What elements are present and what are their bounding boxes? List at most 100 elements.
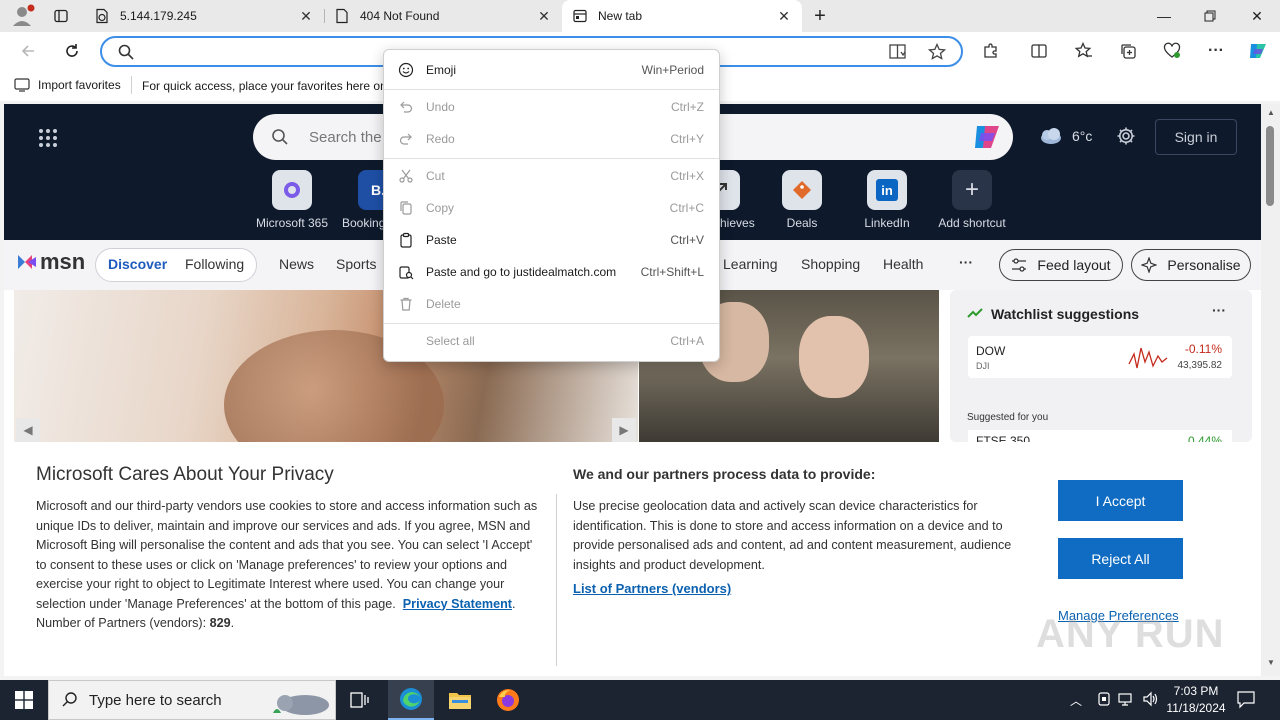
menu-item-cut[interactable]: Cut Ctrl+X (384, 160, 719, 192)
stock-row-2[interactable]: FTSE 350 0.44% (968, 430, 1232, 442)
taskbar-firefox-button[interactable] (490, 680, 526, 720)
nav-discover[interactable]: Discover (108, 256, 167, 272)
watchlist-more-icon[interactable]: ··· (1212, 302, 1226, 318)
menu-separator (384, 89, 719, 90)
favorites-button[interactable] (1068, 35, 1100, 67)
copilot-icon (1250, 44, 1266, 58)
privacy-text: Microsoft and our third-party vendors us… (36, 499, 538, 611)
menu-item-undo[interactable]: Undo Ctrl+Z (384, 91, 719, 123)
page-scrollbar[interactable]: ▲ ▼ (1261, 104, 1280, 676)
reject-all-button[interactable]: Reject All (1058, 538, 1183, 579)
nav-more[interactable]: ··· (959, 254, 973, 270)
scroll-up-arrow[interactable]: ▲ (1267, 108, 1275, 117)
scroll-down-arrow[interactable]: ▼ (1267, 658, 1275, 667)
more-dots-icon: ··· (1208, 42, 1224, 59)
add-icon: + (952, 170, 992, 210)
watermark: ANY RUN (1036, 612, 1225, 656)
minimize-button[interactable]: — (1141, 0, 1187, 32)
menu-item-redo[interactable]: Redo Ctrl+Y (384, 123, 719, 155)
taskbar-edge-button[interactable] (388, 680, 434, 720)
shortcut-deals[interactable]: Deals (762, 170, 842, 230)
shortcut-linkedin[interactable]: in LinkedIn (847, 170, 927, 230)
menu-item-paste[interactable]: Paste Ctrl+V (384, 224, 719, 256)
tab-actions-button[interactable] (46, 0, 76, 32)
nav-learning[interactable]: Learning (723, 256, 778, 272)
browser-essentials-button[interactable] (1156, 35, 1188, 67)
tab-3-active[interactable]: New tab ✕ (562, 0, 802, 32)
tab-title: 404 Not Found (360, 9, 440, 23)
close-tab-icon[interactable]: ✕ (298, 8, 314, 24)
menu-item-select-all[interactable]: Select all Ctrl+A (384, 325, 719, 357)
menu-label: Copy (426, 201, 455, 215)
msn-butterfly-icon (18, 255, 36, 269)
paste-search-icon (399, 266, 414, 280)
menu-item-emoji[interactable]: Emoji Win+Period (384, 54, 719, 86)
taskbar-search-box[interactable]: Type here to search (48, 680, 336, 720)
volume-icon[interactable] (1142, 691, 1160, 707)
shortcut-microsoft-365[interactable]: Microsoft 365 (252, 170, 332, 230)
favorite-star-icon[interactable] (928, 43, 946, 61)
back-button[interactable] (12, 35, 44, 67)
close-window-button[interactable]: ✕ (1234, 0, 1280, 32)
carousel-prev-button[interactable]: ◀ (16, 418, 40, 442)
refresh-button[interactable] (56, 35, 88, 67)
apps-launcher-button[interactable] (38, 128, 58, 148)
menu-item-copy[interactable]: Copy Ctrl+C (384, 192, 719, 224)
close-tab-icon[interactable]: ✕ (776, 8, 792, 24)
tab-actions-icon (54, 9, 68, 23)
page-settings-button[interactable] (1116, 126, 1136, 146)
windows-logo-icon (15, 691, 33, 709)
favorites-hint: For quick access, place your favorites h… (142, 79, 387, 93)
page-error-icon (96, 8, 108, 24)
nav-news[interactable]: News (279, 256, 314, 272)
network-icon[interactable] (1118, 691, 1136, 707)
weather-widget[interactable]: 6°c (1038, 126, 1092, 146)
tray-security-icon[interactable] (1096, 691, 1112, 707)
manatee-illustration-icon (273, 695, 329, 715)
copilot-button[interactable] (1242, 35, 1274, 67)
settings-more-button[interactable]: ··· (1200, 35, 1232, 67)
copilot-icon[interactable] (971, 122, 1003, 152)
privacy-statement-link[interactable]: Privacy Statement (403, 597, 512, 611)
carousel-next-button[interactable]: ▶ (612, 418, 636, 442)
partners-list-link[interactable]: List of Partners (vendors) (573, 581, 731, 596)
task-view-button[interactable] (344, 680, 376, 720)
system-clock[interactable]: 7:03 PM 11/18/2024 (1166, 683, 1226, 717)
start-button[interactable] (0, 680, 48, 720)
nav-sports[interactable]: Sports (336, 256, 376, 272)
profile-avatar[interactable] (8, 2, 38, 30)
scrollbar-thumb[interactable] (1266, 126, 1274, 206)
collections-button[interactable] (1112, 35, 1144, 67)
new-tab-button[interactable]: + (808, 4, 832, 28)
menu-label: Emoji (426, 63, 457, 77)
stock-row[interactable]: DOW DJI -0.11% 43,395.82 (968, 336, 1232, 378)
nav-health[interactable]: Health (883, 256, 923, 272)
sign-in-button[interactable]: Sign in (1155, 119, 1237, 155)
accept-button[interactable]: I Accept (1058, 480, 1183, 521)
extensions-button[interactable] (975, 35, 1007, 67)
nav-following[interactable]: Following (185, 256, 244, 272)
shortcut-add[interactable]: + Add shortcut (932, 170, 1012, 230)
tab-2[interactable]: 404 Not Found ✕ (324, 0, 562, 32)
tab-1[interactable]: 5.144.179.245 ✕ (84, 0, 324, 32)
shortcut-booking[interactable]: B. Booking (337, 170, 383, 230)
immersive-reader-icon[interactable] (888, 43, 908, 61)
show-hidden-icons-chevron-icon[interactable]: ︿ (1070, 692, 1082, 709)
action-center-button[interactable] (1236, 689, 1256, 709)
feed-layout-button[interactable]: Feed layout (999, 249, 1123, 281)
split-screen-button[interactable] (1023, 35, 1055, 67)
profile-icon (13, 4, 35, 26)
personalise-button[interactable]: Personalise (1131, 249, 1251, 281)
shortcut-achievements[interactable]: hieves (720, 170, 760, 230)
nav-shopping[interactable]: Shopping (801, 256, 860, 272)
close-tab-icon[interactable]: ✕ (536, 8, 552, 24)
menu-item-delete[interactable]: Delete (384, 288, 719, 320)
msn-wordmark: msn (40, 249, 86, 274)
taskbar-file-explorer-button[interactable] (442, 680, 478, 720)
clock-time: 7:03 PM (1173, 684, 1219, 698)
menu-item-paste-and-go[interactable]: Paste and go to justidealmatch.com Ctrl+… (384, 256, 719, 288)
msn-logo[interactable]: msn (16, 249, 85, 275)
import-favorites-button[interactable]: Import favorites (14, 78, 121, 92)
stock-change: -0.11% (1184, 342, 1222, 356)
restore-button[interactable] (1187, 0, 1233, 32)
